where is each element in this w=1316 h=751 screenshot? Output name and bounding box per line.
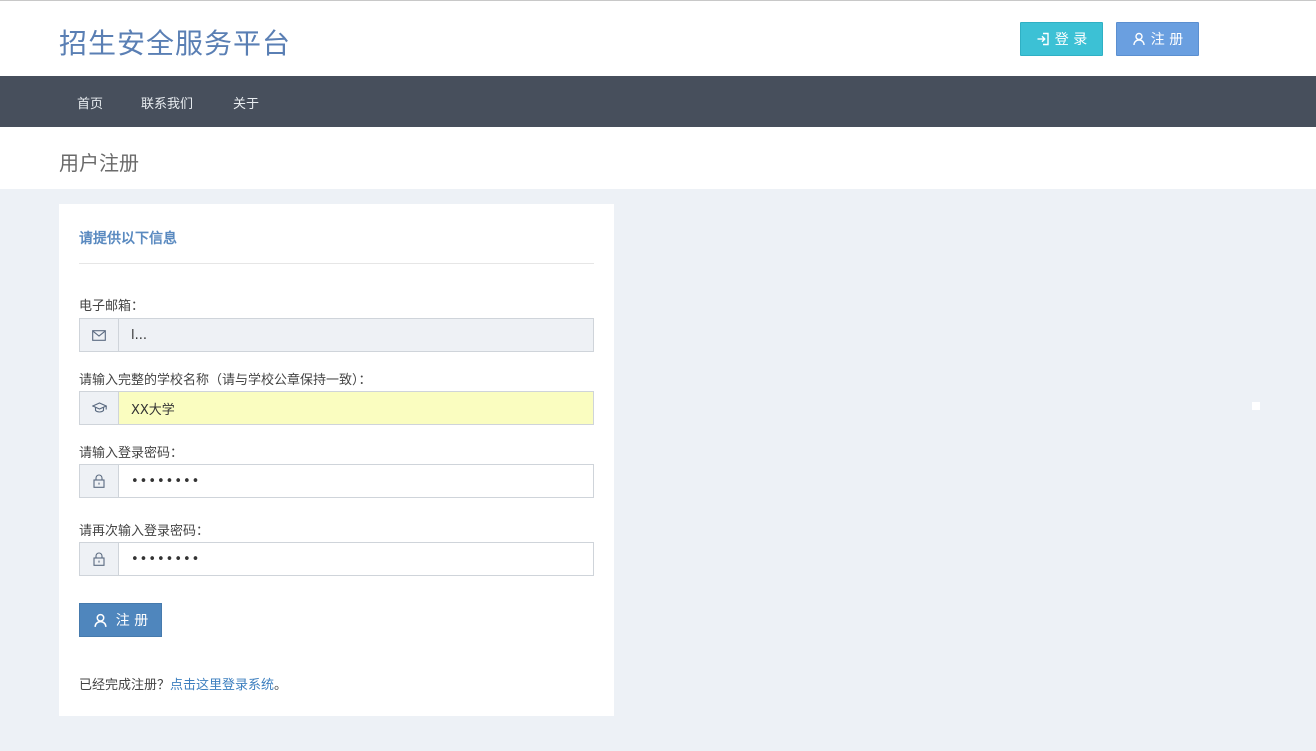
user-icon — [94, 613, 107, 627]
sign-in-icon — [1037, 32, 1049, 46]
password-addon — [80, 465, 119, 497]
header-login-label: 登 录 — [1054, 32, 1088, 48]
school-input-group — [79, 391, 594, 425]
decorative-dot — [1252, 402, 1260, 410]
password-confirm-input-group — [79, 542, 594, 576]
header-register-label: 注 册 — [1150, 32, 1184, 48]
nav-item-about[interactable]: 关于 — [233, 93, 259, 112]
form-heading: 请提供以下信息 — [79, 231, 177, 247]
school-name-label: 请输入完整的学校名称（请与学校公章保持一致）： — [79, 373, 372, 388]
password-confirm-label: 请再次输入登录密码： — [79, 524, 210, 539]
register-submit-button[interactable]: 注 册 — [79, 603, 162, 637]
nav-item-home[interactable]: 首页 — [77, 93, 103, 112]
password-confirm-addon — [80, 543, 119, 575]
login-link[interactable]: 点击这里登录系统 — [170, 678, 274, 693]
header-login-button[interactable]: 登 录 — [1020, 22, 1103, 56]
lock-icon — [93, 474, 105, 488]
header-register-button[interactable]: 注 册 — [1116, 22, 1199, 56]
school-addon — [80, 392, 119, 424]
site-header: 招生安全服务平台 登 录 注 册 — [0, 1, 1316, 76]
email-field[interactable] — [119, 319, 593, 351]
password-confirm-field[interactable] — [119, 543, 593, 575]
page-title-bar: 用户注册 — [0, 127, 1316, 189]
login-prompt-text: 已经完成注册？ — [79, 678, 171, 693]
login-prompt-suffix: 。 — [274, 678, 288, 693]
lock-icon — [93, 552, 105, 566]
email-addon — [80, 319, 119, 351]
login-prompt: 已经完成注册？点击这里登录系统。 — [79, 674, 287, 693]
site-brand-title[interactable]: 招生安全服务平台 — [59, 22, 291, 62]
registration-form-card: 请提供以下信息 电子邮箱： 请输入完整的学校名称（请与学校公章保持一致）： 请输… — [59, 204, 614, 716]
graduation-cap-icon — [91, 402, 107, 413]
user-icon — [1133, 32, 1145, 46]
page-title: 用户注册 — [59, 151, 139, 175]
envelope-icon — [92, 329, 106, 341]
password-input-group — [79, 464, 594, 498]
main-navbar: 首页 联系我们 关于 — [0, 76, 1316, 127]
nav-item-contact[interactable]: 联系我们 — [141, 93, 193, 112]
email-label: 电子邮箱： — [79, 299, 145, 314]
email-input-group — [79, 318, 594, 352]
school-name-field[interactable] — [119, 392, 593, 424]
form-divider — [79, 263, 594, 264]
password-field[interactable] — [119, 465, 593, 497]
register-submit-label: 注 册 — [115, 613, 149, 629]
password-label: 请输入登录密码： — [79, 446, 184, 461]
